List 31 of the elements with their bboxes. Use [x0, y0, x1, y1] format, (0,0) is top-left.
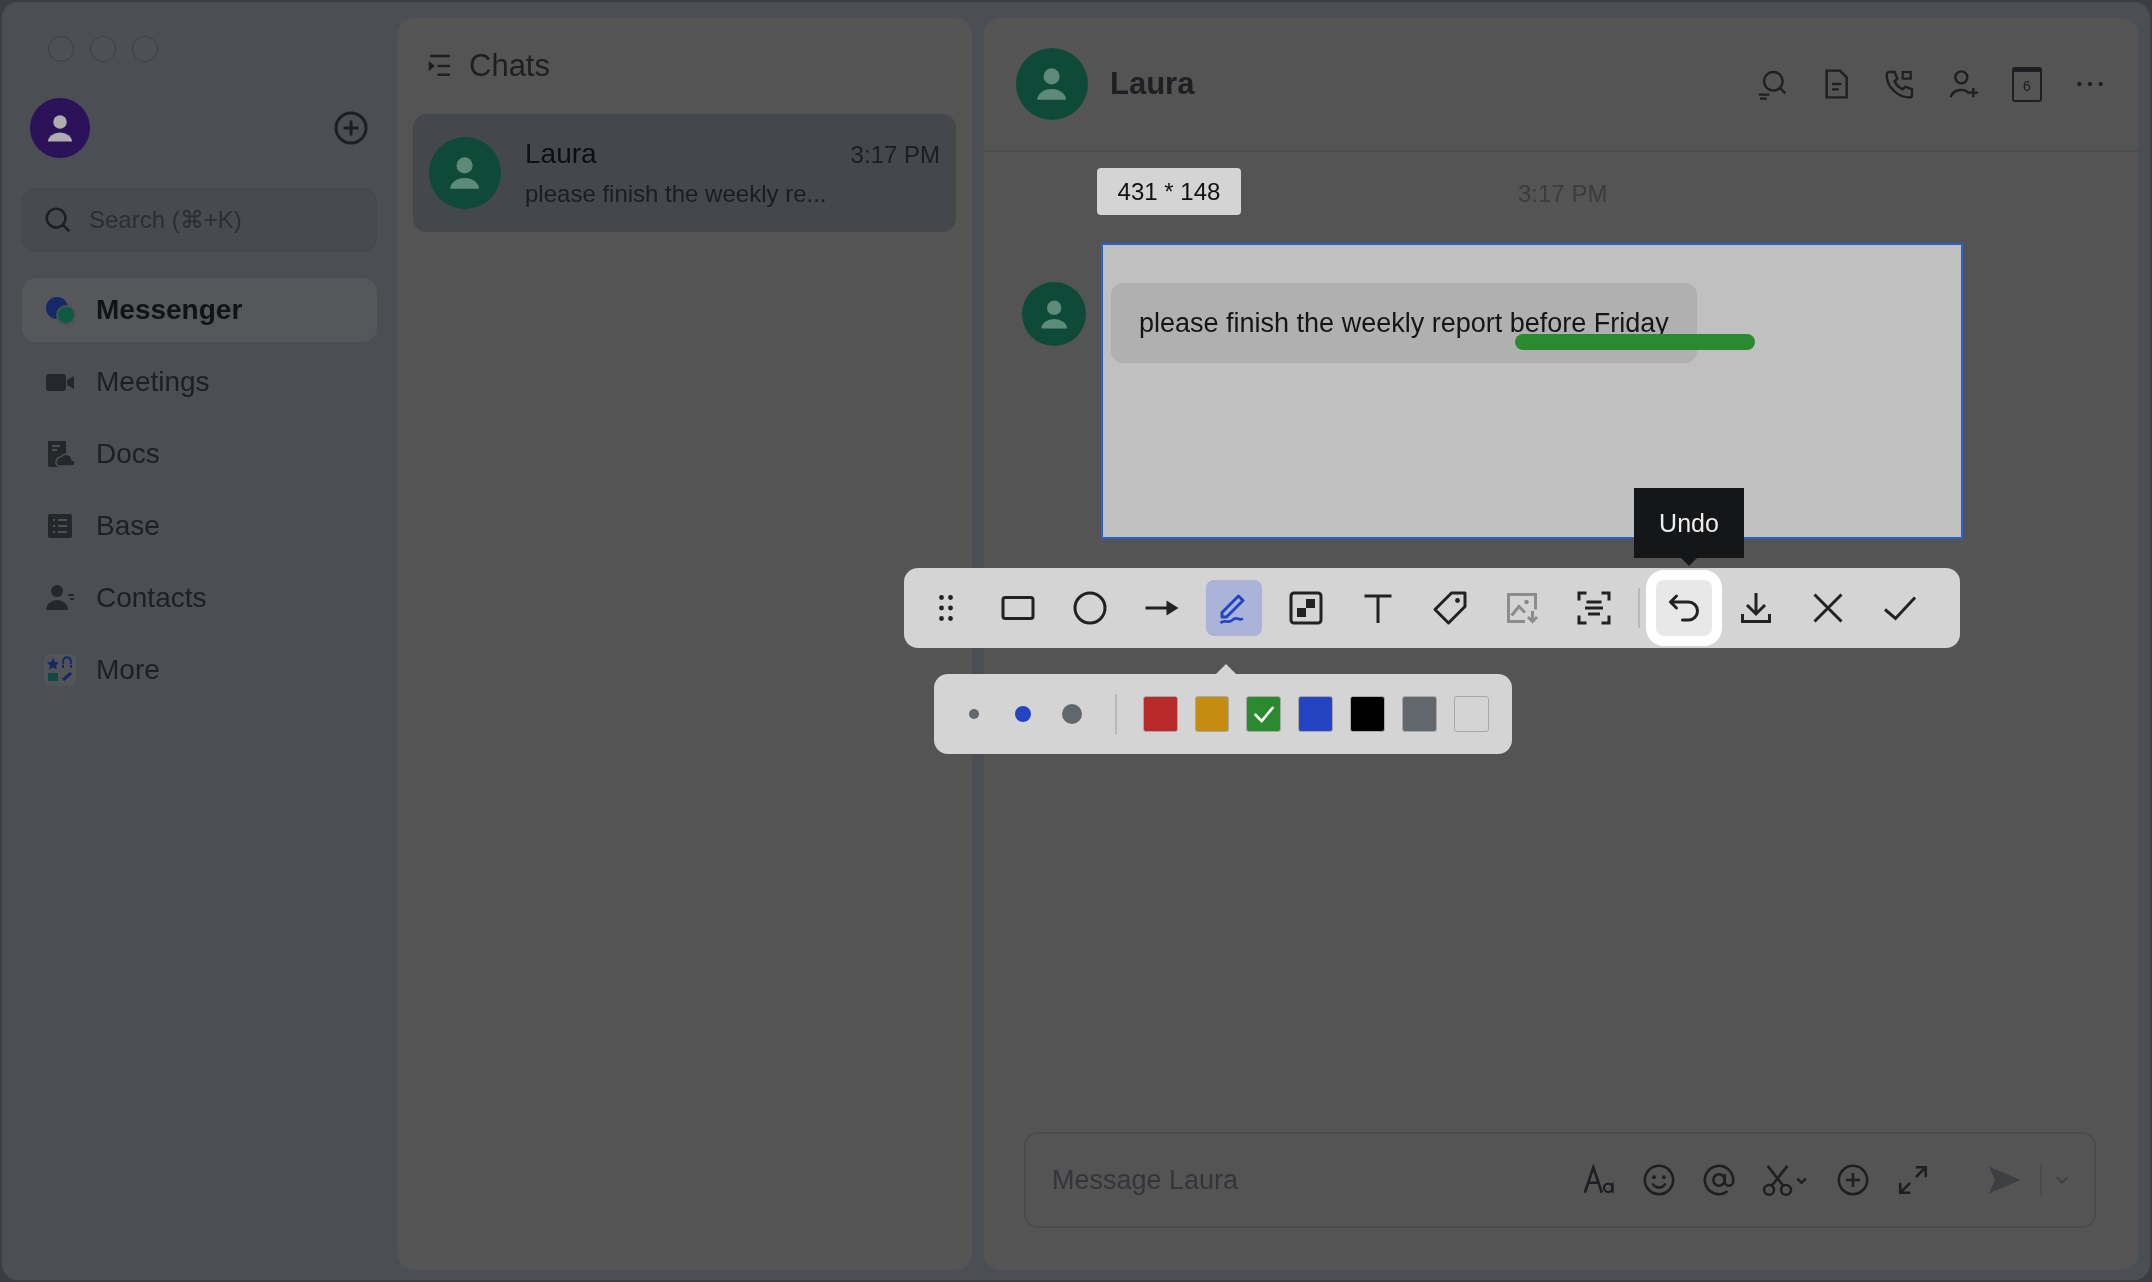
color-swatch[interactable] — [1142, 696, 1178, 732]
chat-bubbles-icon — [44, 294, 76, 326]
size-label: 431 * 148 — [1097, 168, 1241, 215]
emoji-icon[interactable] — [1642, 1163, 1676, 1197]
contact-name: Laura — [525, 138, 597, 170]
download-icon — [1738, 590, 1774, 626]
circle-icon — [1072, 590, 1108, 626]
add-icon[interactable] — [1836, 1163, 1870, 1197]
scan-text-icon — [1576, 590, 1612, 626]
tooltip: Undo — [1634, 488, 1744, 566]
expand-icon[interactable] — [1896, 1163, 1930, 1197]
color-swatch[interactable] — [1454, 696, 1489, 732]
phone-icon[interactable] — [1884, 68, 1916, 100]
apps-grid-icon — [44, 654, 76, 686]
color-swatch[interactable] — [1298, 696, 1334, 732]
scissors-icon[interactable] — [1762, 1163, 1810, 1197]
color-swatch[interactable] — [1402, 696, 1438, 732]
user-avatar[interactable] — [30, 98, 90, 158]
sidebar-item[interactable]: Messenger — [22, 278, 377, 342]
mention-icon[interactable] — [1702, 1163, 1736, 1197]
search-icon[interactable] — [1756, 68, 1788, 100]
color-swatch[interactable] — [1194, 696, 1230, 732]
tag-icon — [1432, 590, 1468, 626]
color-swatch[interactable] — [1246, 696, 1282, 732]
color-swatch[interactable] — [1350, 696, 1386, 732]
search-icon — [43, 205, 73, 235]
message-bubble: please finish the weekly report before Friday — [1111, 283, 1697, 363]
mosaic-icon — [1288, 590, 1324, 626]
add-icon[interactable] — [333, 110, 369, 146]
image-download-icon — [1504, 590, 1540, 626]
add-person-icon[interactable] — [1948, 68, 1980, 100]
